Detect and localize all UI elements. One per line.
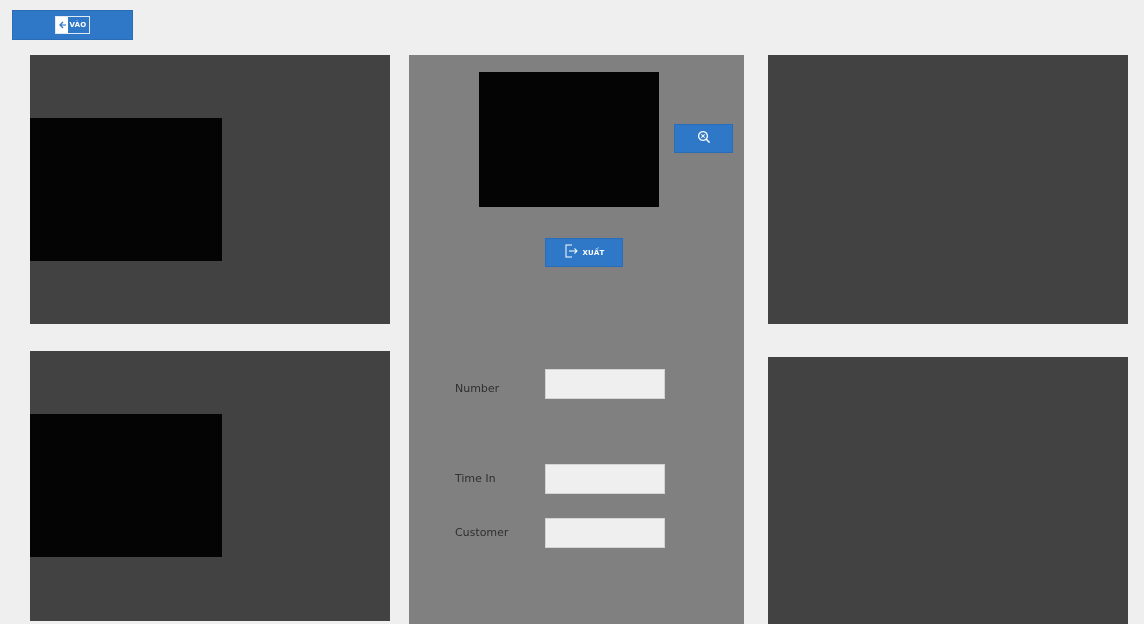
camera-panel-right-top (768, 55, 1128, 324)
customer-input[interactable] (545, 518, 665, 548)
exit-button[interactable]: XUẤT (545, 238, 623, 267)
camera-feed-left-bottom (30, 414, 222, 557)
plate-image-preview (479, 72, 659, 207)
exit-button-label: XUẤT (582, 248, 605, 257)
camera-feed-left-top (30, 118, 222, 261)
entry-button[interactable]: VÀO (12, 10, 133, 40)
number-label: Number (455, 382, 500, 395)
number-input[interactable] (545, 369, 665, 399)
enter-arrow-icon (55, 17, 68, 33)
customer-label: Customer (455, 526, 509, 539)
camera-panel-right-bottom (768, 357, 1128, 624)
time-in-input[interactable] (545, 464, 665, 494)
entry-button-label: VÀO (69, 21, 87, 29)
exit-door-icon (563, 243, 579, 263)
search-clear-icon (697, 129, 711, 148)
search-button[interactable] (674, 124, 733, 153)
time-in-label: Time In (455, 472, 496, 485)
entry-button-inner: VÀO (54, 16, 91, 34)
